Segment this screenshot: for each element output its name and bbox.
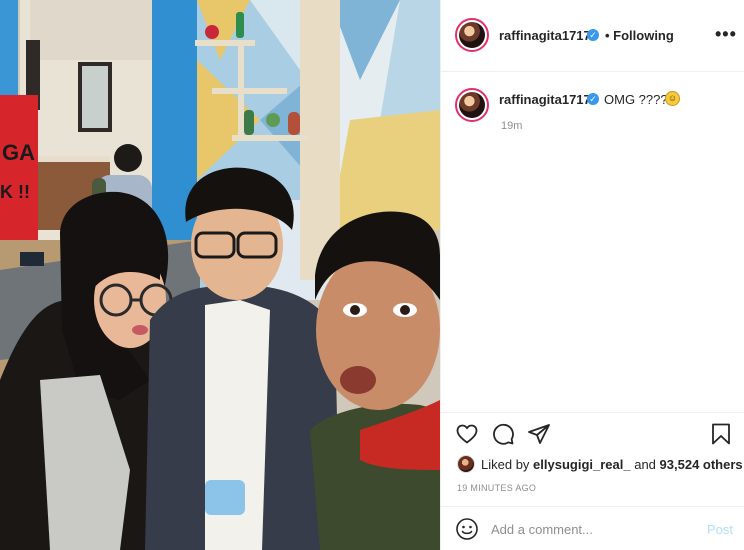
- caption-author-avatar[interactable]: [455, 88, 489, 122]
- author-avatar[interactable]: [455, 18, 489, 52]
- emoji-picker-icon[interactable]: [455, 517, 479, 541]
- likes-count[interactable]: 93,524 others: [660, 457, 743, 472]
- sign-text-1: GA: [2, 140, 35, 165]
- post-comment-button[interactable]: Post: [707, 522, 733, 537]
- liked-by-summary: Liked by ellysugigi_real_ and 93,524 oth…: [481, 457, 743, 472]
- heart-icon[interactable]: [455, 422, 479, 446]
- sign-text-2: K !!: [0, 182, 30, 202]
- liked-by-and: and: [630, 457, 660, 472]
- liker-username[interactable]: ellysugigi_real_: [533, 457, 631, 472]
- post-photo[interactable]: GA K !!: [0, 0, 440, 550]
- liked-by-prefix: Liked by: [481, 457, 534, 472]
- add-comment-bar: Post: [441, 506, 744, 550]
- avatar-image: [459, 22, 485, 48]
- bookmark-icon[interactable]: [709, 422, 733, 446]
- post-timestamp[interactable]: 19 MINUTES AGO: [457, 483, 536, 493]
- verified-badge-icon: ✓: [587, 29, 599, 41]
- liker-avatar[interactable]: [457, 455, 475, 473]
- avatar-image: [459, 92, 485, 118]
- post-photo-illustration: GA K !!: [0, 0, 440, 550]
- more-options-icon[interactable]: •••: [715, 24, 737, 45]
- post-actions: Liked by ellysugigi_real_ and 93,524 oth…: [441, 412, 744, 506]
- post-sidebar: raffinagita1717 ✓ • Following ••• raffin…: [440, 0, 744, 550]
- grinning-emoji-icon: ☺: [665, 91, 680, 106]
- caption-username[interactable]: raffinagita1717: [499, 92, 591, 107]
- paper-plane-icon[interactable]: [527, 422, 551, 446]
- verified-badge-icon: ✓: [587, 93, 599, 105]
- following-button[interactable]: • Following: [605, 28, 674, 43]
- speech-bubble-icon[interactable]: [491, 422, 515, 446]
- add-comment-input[interactable]: [491, 517, 691, 541]
- caption-timestamp[interactable]: 19m: [501, 120, 522, 132]
- author-username[interactable]: raffinagita1717: [499, 28, 591, 43]
- post-header: raffinagita1717 ✓ • Following •••: [441, 0, 744, 72]
- caption-text: OMG ????: [604, 92, 668, 107]
- comments-section: raffinagita1717 ✓ OMG ???? ☺ 19m: [441, 72, 744, 412]
